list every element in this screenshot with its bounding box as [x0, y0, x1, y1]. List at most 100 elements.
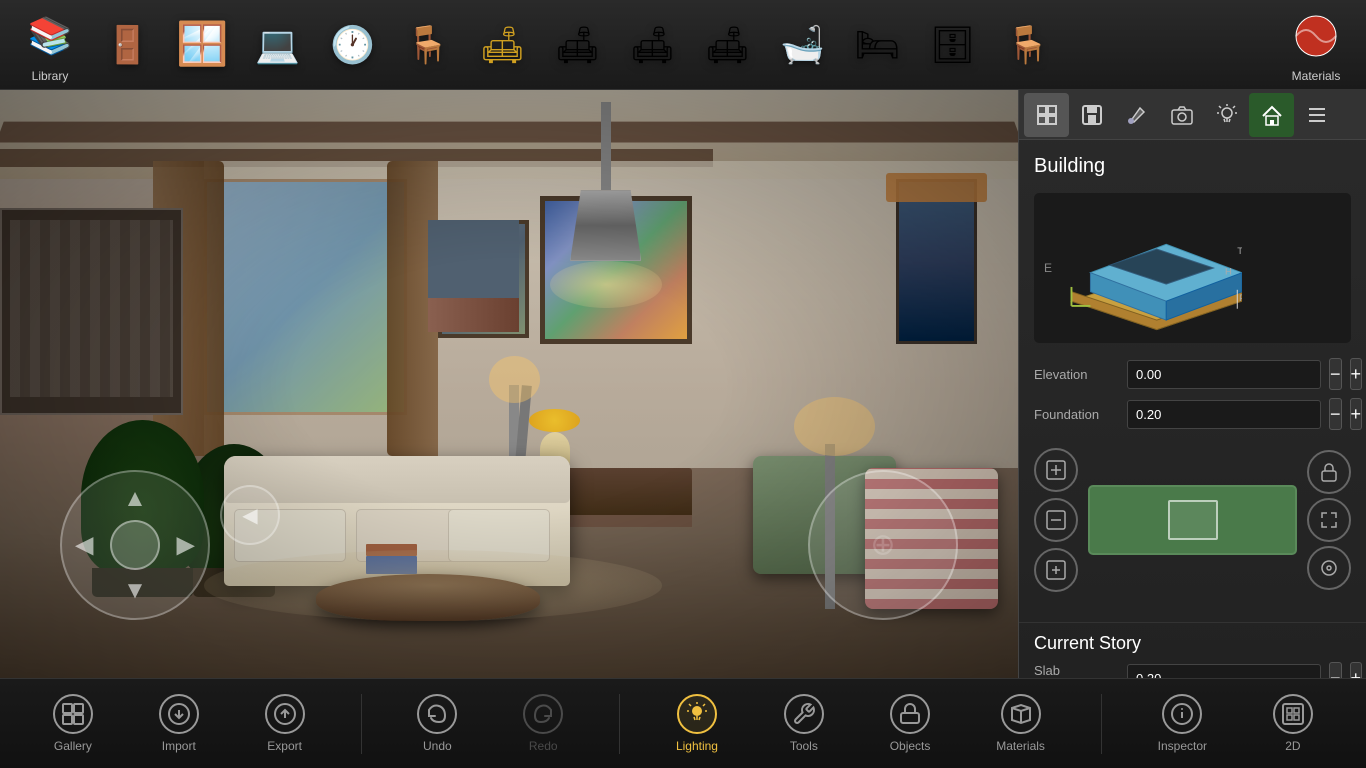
foundation-label: Foundation — [1034, 407, 1119, 422]
gallery-icon — [53, 694, 93, 734]
panel-tool-list[interactable] — [1294, 93, 1339, 137]
foundation-input[interactable] — [1127, 400, 1321, 429]
building-section: Building E — [1019, 140, 1366, 622]
panel-toolbar — [1019, 90, 1366, 140]
elevation-increase-button[interactable]: + — [1350, 358, 1363, 390]
panel-tool-select[interactable] — [1024, 93, 1069, 137]
joystick-center — [110, 520, 160, 570]
bottom-item-gallery[interactable]: Gallery — [38, 689, 108, 758]
floor-plan-room — [1168, 500, 1218, 540]
library-icon: 📚 — [20, 6, 80, 66]
settings-button[interactable] — [1307, 546, 1351, 590]
diagram-labels-left: E — [1044, 261, 1052, 275]
svg-text:F: F — [1239, 293, 1242, 304]
building-3d-view: F H T — [1062, 203, 1341, 333]
undo-icon — [417, 694, 457, 734]
arrow-left-icon: ◀ — [75, 531, 93, 560]
chair-white-icon: 🪑 — [1005, 24, 1050, 66]
bottom-item-tools[interactable]: Tools — [769, 689, 839, 758]
panel-tool-home[interactable] — [1249, 93, 1294, 137]
expand-button[interactable] — [1307, 498, 1351, 542]
elevation-input[interactable] — [1127, 360, 1321, 389]
export-label: Export — [267, 739, 302, 753]
materials-label: Materials — [1292, 69, 1341, 83]
lighting-label: Lighting — [676, 739, 718, 753]
gallery-label: Gallery — [54, 739, 92, 753]
svg-text:H: H — [1225, 267, 1232, 278]
copy-story-button[interactable] — [1034, 548, 1078, 592]
panel-tool-paint[interactable] — [1114, 93, 1159, 137]
foundation-increase-button[interactable]: + — [1350, 398, 1363, 430]
tools-label: Tools — [790, 739, 818, 753]
panel-tool-camera[interactable] — [1159, 93, 1204, 137]
move-story-button[interactable] — [1034, 498, 1078, 542]
bed-icon: 🛏 — [855, 24, 901, 66]
left-actions-group — [1034, 448, 1078, 592]
floor-plan-preview[interactable] — [1088, 485, 1297, 555]
furniture-item-armchair-yellow[interactable]: 🛋 — [465, 5, 540, 85]
dresser-icon: 🗄 — [930, 24, 976, 66]
redo-label: Redo — [529, 739, 558, 753]
chair-red-icon: 🪑 — [405, 24, 450, 66]
sofa-yellow-icon: 🛋 — [705, 24, 751, 66]
materials-icon — [1286, 6, 1346, 66]
objects-icon — [890, 694, 930, 734]
viewport[interactable]: ▲ ▼ ◀ ▶ ◀ ⊕ — [0, 90, 1018, 680]
furniture-item-laptop[interactable]: 💻 — [240, 5, 315, 85]
building-title: Building — [1034, 155, 1351, 178]
bottom-item-lighting[interactable]: Lighting — [661, 689, 733, 758]
sidebar-item-library[interactable]: 📚 Library — [10, 1, 90, 88]
2d-icon — [1273, 694, 1313, 734]
furniture-item-clock[interactable]: 🕐 — [315, 5, 390, 85]
furniture-item-bathtub[interactable]: 🛁 — [765, 5, 840, 85]
nav-joystick-right[interactable]: ⊕ — [808, 470, 958, 620]
elevation-label: Elevation — [1034, 367, 1119, 382]
pan-button[interactable]: ◀ — [220, 485, 280, 545]
bathtub-icon: 🛁 — [780, 24, 825, 66]
library-label: Library — [32, 69, 69, 83]
furniture-item-window[interactable]: 🪟 — [165, 5, 240, 85]
furniture-item-door[interactable]: 🚪 — [90, 5, 165, 85]
furniture-item-dresser[interactable]: 🗄 — [915, 5, 990, 85]
door-icon: 🚪 — [105, 24, 150, 66]
furniture-item-sofa-yellow[interactable]: 🛋 — [690, 5, 765, 85]
inspector-icon — [1162, 694, 1202, 734]
tools-icon — [784, 694, 824, 734]
bottom-item-redo[interactable]: Redo — [508, 689, 578, 758]
bottom-item-materials[interactable]: Materials — [981, 689, 1060, 758]
elevation-decrease-button[interactable]: − — [1329, 358, 1342, 390]
current-story-section: Current Story Slab Thickness − + — [1019, 622, 1366, 680]
furniture-item-sofa-beige[interactable]: 🛋 — [615, 5, 690, 85]
bottom-item-inspector[interactable]: Inspector — [1143, 689, 1222, 758]
elevation-label-e: E — [1044, 261, 1052, 275]
sidebar-item-materials[interactable]: Materials — [1276, 1, 1356, 88]
bottom-item-import[interactable]: Import — [144, 689, 214, 758]
bottom-item-objects[interactable]: Objects — [875, 689, 946, 758]
furniture-item-chair-white[interactable]: 🪑 — [990, 5, 1065, 85]
export-icon — [265, 694, 305, 734]
clock-icon: 🕐 — [330, 24, 375, 66]
foundation-row: Foundation − + — [1034, 398, 1351, 430]
bottom-item-2d[interactable]: 2D — [1258, 689, 1328, 758]
import-icon — [159, 694, 199, 734]
top-toolbar: 📚 Library 🚪 🪟 💻 🕐 🪑 🛋 🛋 🛋 🛋 🛁 🛏 🗄 🪑 — [0, 0, 1366, 90]
arrow-up-icon: ▲ — [123, 485, 147, 513]
right-panel: Building E — [1018, 90, 1366, 680]
furniture-item-bed[interactable]: 🛏 — [840, 5, 915, 85]
building-diagram: E — [1034, 193, 1351, 343]
nav-joystick-left[interactable]: ▲ ▼ ◀ ▶ — [60, 470, 210, 620]
foundation-decrease-button[interactable]: − — [1329, 398, 1342, 430]
furniture-item-chair-red[interactable]: 🪑 — [390, 5, 465, 85]
lock-button[interactable] — [1307, 450, 1351, 494]
right-actions-group — [1307, 450, 1351, 590]
add-story-button[interactable] — [1034, 448, 1078, 492]
furniture-item-sofa-pink[interactable]: 🛋 — [540, 5, 615, 85]
window-icon: 🪟 — [176, 20, 228, 69]
materials-bottom-label: Materials — [996, 739, 1045, 753]
bottom-item-undo[interactable]: Undo — [402, 689, 472, 758]
panel-tool-light[interactable] — [1204, 93, 1249, 137]
objects-label: Objects — [890, 739, 931, 753]
panel-tool-save[interactable] — [1069, 93, 1114, 137]
bottom-item-export[interactable]: Export — [250, 689, 320, 758]
import-label: Import — [162, 739, 196, 753]
